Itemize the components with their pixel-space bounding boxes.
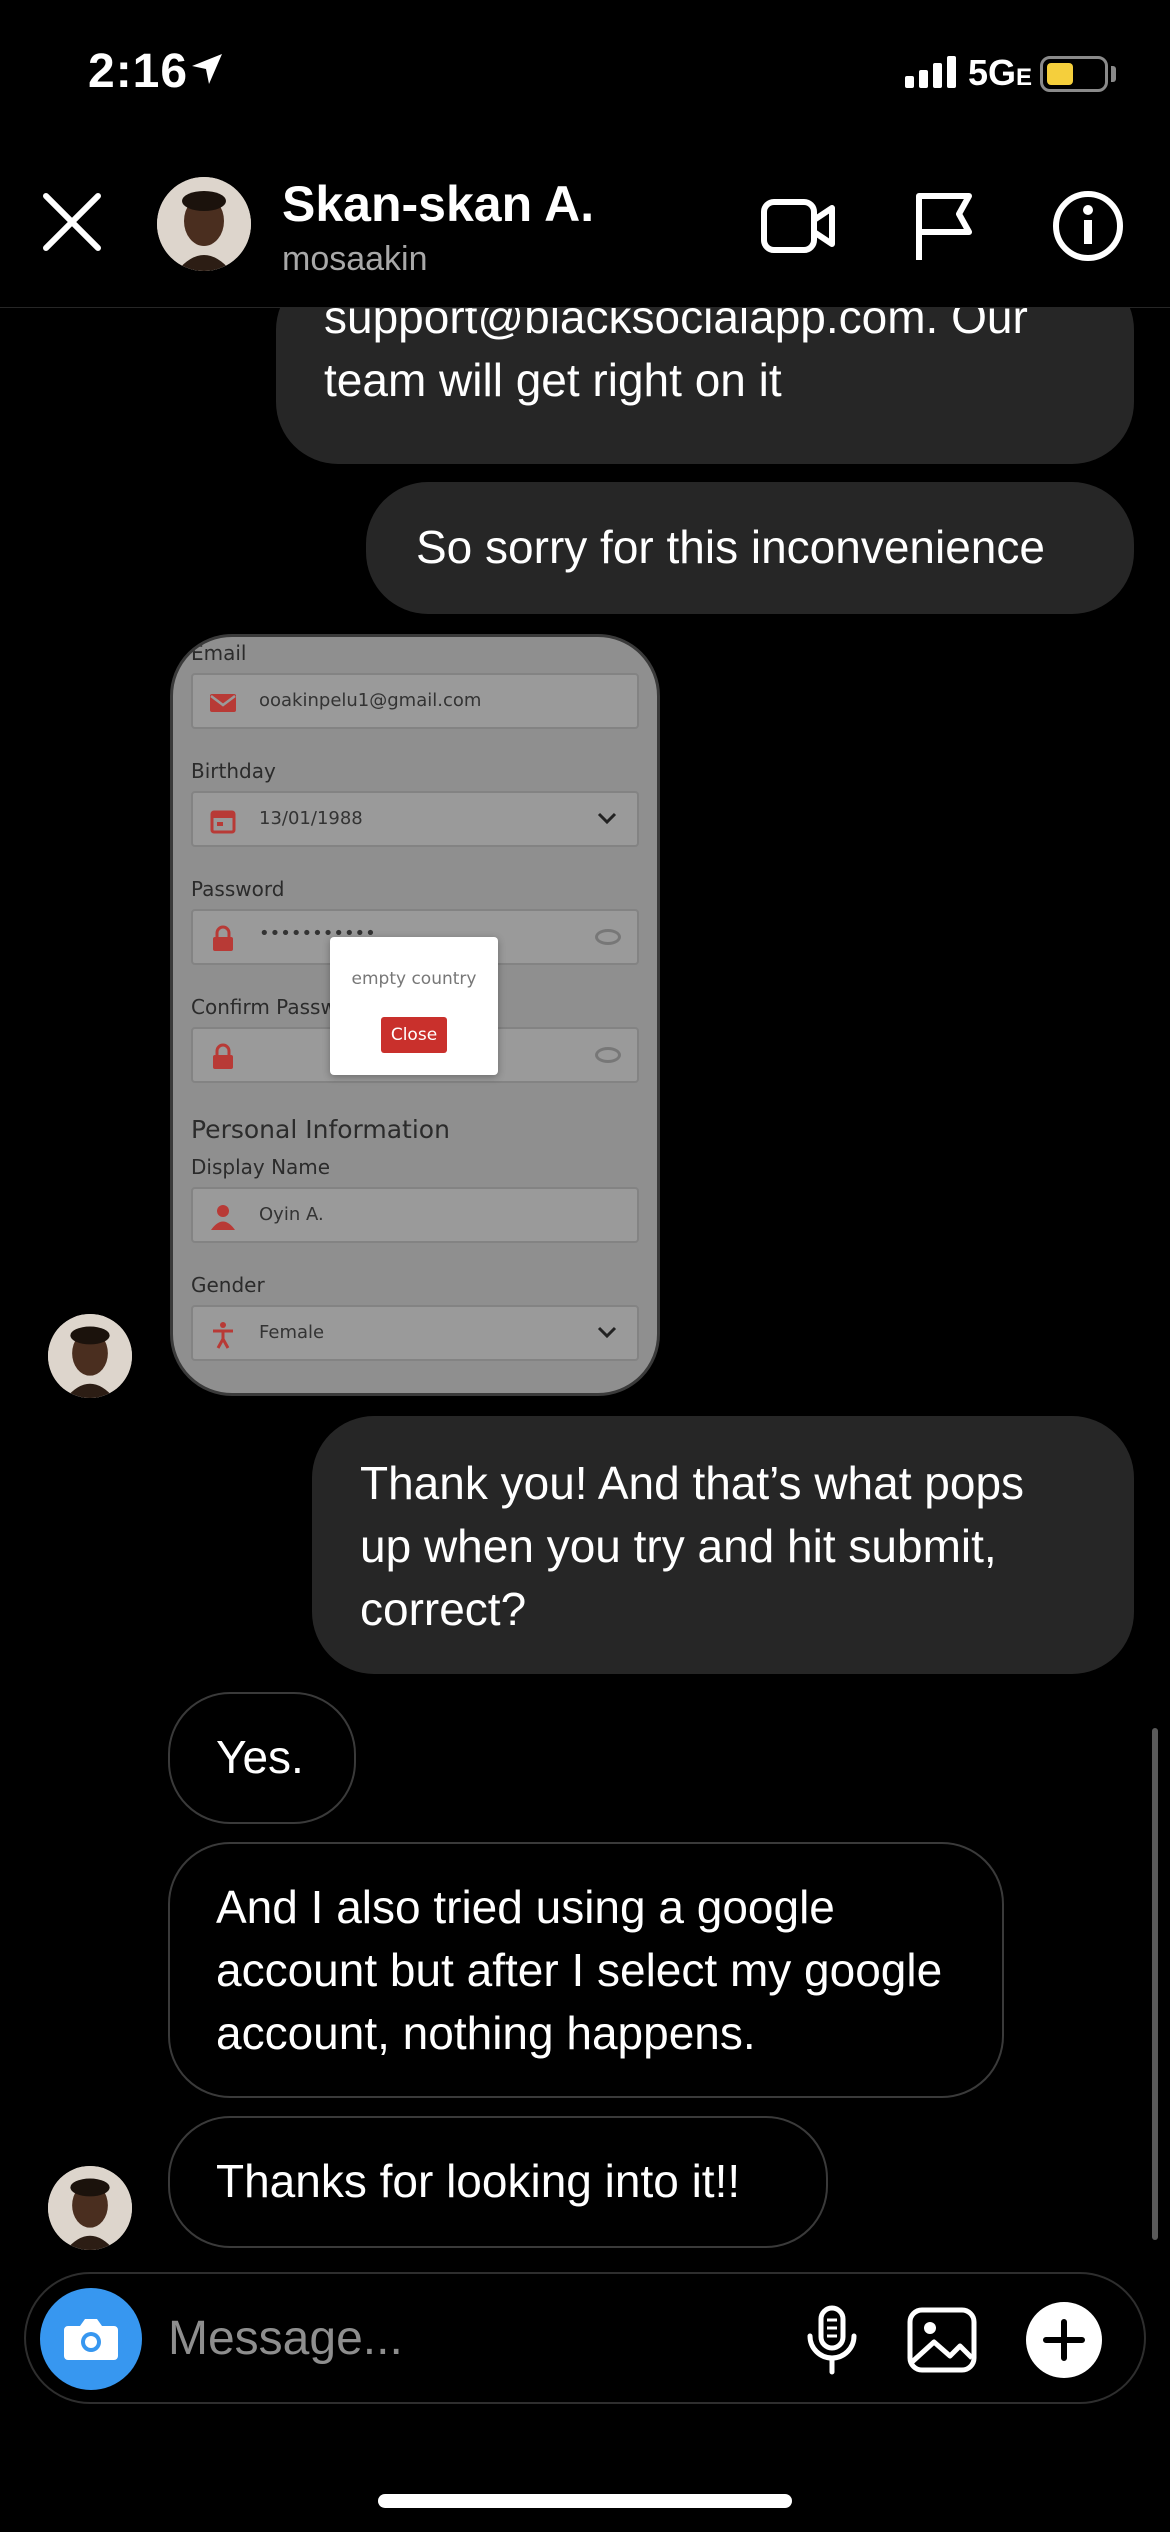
message-text: And I also tried using a google account … [216, 1881, 943, 2059]
gallery-icon[interactable] [906, 2304, 978, 2376]
chevron-down-icon [597, 812, 617, 825]
contact-handle: mosaakin [282, 240, 428, 278]
message-bubble-sent[interactable]: So sorry for this inconvenience [366, 482, 1134, 614]
network-type: 5GE [968, 52, 1033, 93]
section-title: Personal Information [191, 1115, 450, 1144]
flag-icon[interactable] [905, 190, 985, 262]
message-text: Yes. [216, 1731, 304, 1783]
plus-icon [1043, 2319, 1085, 2361]
gender-field: Female [191, 1305, 639, 1361]
message-bubble-received[interactable]: And I also tried using a google account … [168, 1842, 1004, 2098]
dialog-close-button: Close [381, 1017, 447, 1053]
close-icon[interactable] [40, 190, 104, 254]
lock-icon [213, 925, 233, 951]
message-text: Thanks for looking into it!! [216, 2155, 741, 2207]
status-bar: 2:16 5GE [0, 0, 1170, 150]
message-bubble-received[interactable]: Yes. [168, 1692, 356, 1824]
password-label: Password [191, 877, 285, 901]
shared-image-message[interactable]: Email ooakinpelu1@gmail.com Birthday 13/… [170, 634, 660, 1396]
eye-icon [595, 929, 621, 945]
chat-header: Skan-skan A. mosaakin [0, 150, 1170, 308]
gender-label: Gender [191, 1273, 265, 1297]
display-name-label: Display Name [191, 1155, 331, 1179]
camera-icon [64, 2319, 118, 2360]
status-time: 2:16 [88, 45, 189, 98]
message-bubble-received[interactable]: Thanks for looking into it!! [168, 2116, 828, 2248]
birthday-label: Birthday [191, 759, 276, 783]
location-arrow-icon [192, 54, 222, 84]
mail-icon [210, 694, 236, 712]
info-icon[interactable] [1048, 190, 1128, 262]
message-bubble-sent[interactable]: Thank you! And that’s what pops up when … [312, 1416, 1134, 1674]
plus-button[interactable] [1026, 2302, 1102, 2378]
confirm-password-label: Confirm Passwo [191, 995, 350, 1019]
camera-button[interactable] [40, 2288, 142, 2390]
eye-icon [595, 1047, 621, 1063]
dialog-message: empty country [351, 969, 477, 989]
email-field: ooakinpelu1@gmail.com [191, 673, 639, 729]
error-dialog: empty country Close [330, 937, 498, 1075]
avatar[interactable] [157, 177, 251, 271]
calendar-icon [210, 810, 236, 834]
message-composer [24, 2272, 1146, 2404]
email-label: Email [191, 641, 247, 665]
battery-icon [1040, 56, 1108, 92]
signal-strength-icon [905, 56, 956, 88]
avatar[interactable] [48, 2166, 132, 2250]
display-name-field: Oyin A. [191, 1187, 639, 1243]
lock-icon [213, 1043, 233, 1069]
home-indicator [378, 2494, 792, 2508]
scrollbar[interactable] [1152, 1728, 1158, 2240]
battery-cap [1111, 66, 1116, 82]
message-text: Thank you! And that’s what pops up when … [360, 1457, 1025, 1635]
message-input[interactable] [168, 2308, 768, 2368]
birthday-field: 13/01/1988 [191, 791, 639, 847]
video-call-icon[interactable] [758, 190, 838, 262]
microphone-icon[interactable] [796, 2304, 868, 2376]
accessibility-icon [213, 1322, 233, 1349]
message-text: So sorry for this inconvenience [416, 521, 1045, 573]
person-icon [211, 1205, 235, 1230]
contact-name[interactable]: Skan-skan A. [282, 175, 594, 233]
avatar[interactable] [48, 1314, 132, 1398]
chevron-down-icon [597, 1326, 617, 1339]
